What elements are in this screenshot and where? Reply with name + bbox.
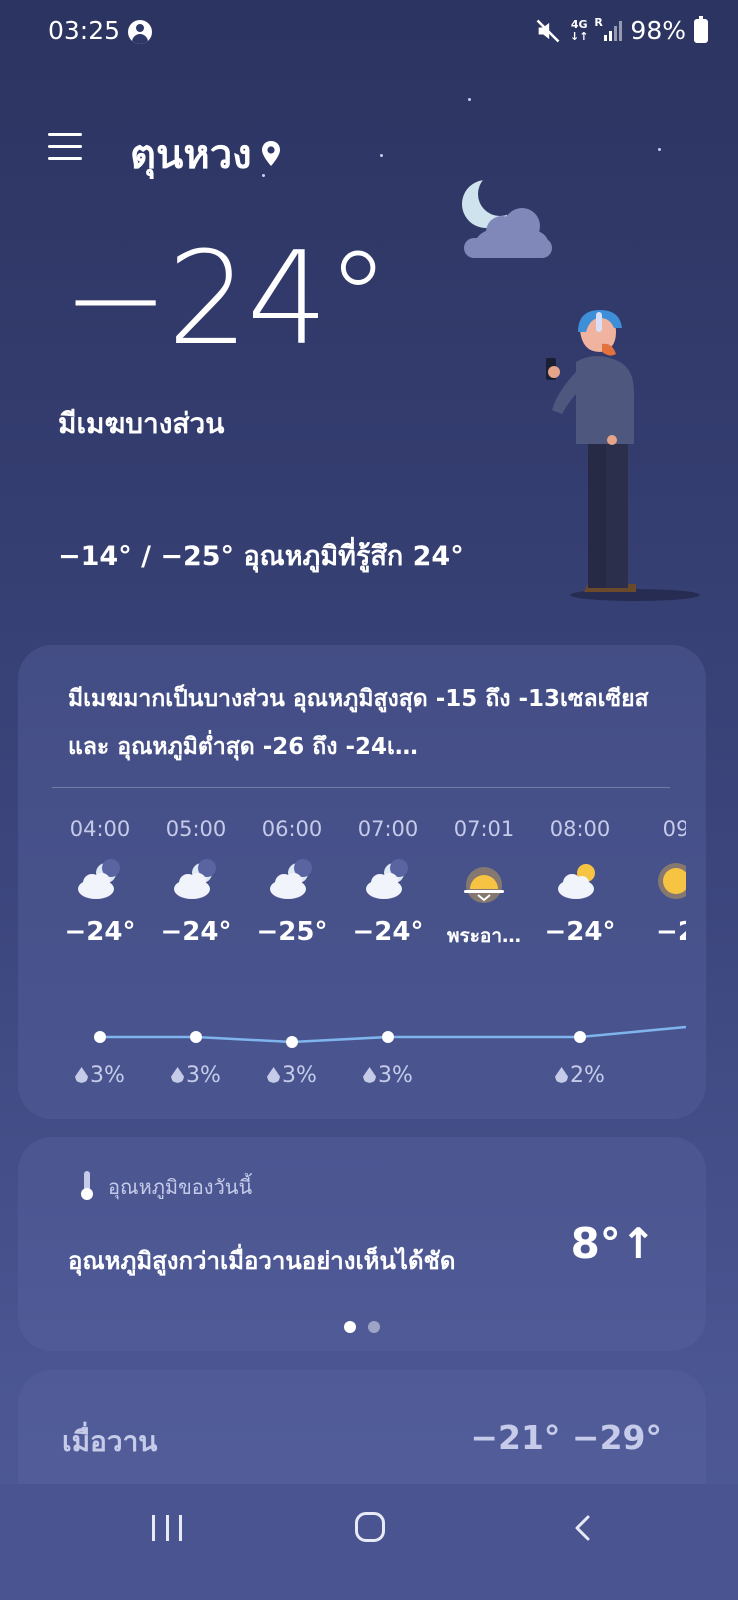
hour-time: 06:00 (261, 817, 323, 841)
location-header[interactable]: ตุนหวง (130, 122, 282, 186)
roaming-label: R (594, 15, 603, 29)
hour-time: 04:00 (69, 817, 131, 841)
moon-cloud-icon (266, 859, 318, 903)
page-dot (368, 1321, 380, 1333)
current-temperature: −24° (62, 225, 390, 374)
divider (52, 787, 670, 788)
precip-value: 3% (90, 1063, 125, 1088)
today-difference-value: 8°↑ (570, 1219, 656, 1268)
high-low-feels-like: −14° / −25° อุณหภูมิที่รู้สึก 24° (58, 541, 464, 572)
signal-icon: R (594, 16, 623, 41)
trend-point (190, 1031, 202, 1043)
page-dot-active (344, 1321, 356, 1333)
precip-value: 3% (282, 1063, 317, 1088)
thermometer-icon (81, 1171, 93, 1200)
status-time: 03:25 (48, 16, 121, 45)
hour-precipitation: 3% (244, 1063, 340, 1088)
raindrop-icon (363, 1067, 377, 1083)
moon-cloud-icon (170, 859, 222, 903)
hour-precipitation: 2% (532, 1063, 628, 1088)
hour-time: 07:01 (453, 817, 515, 841)
raindrop-icon (555, 1067, 569, 1083)
hourly-item: 06:00 −25° (244, 805, 340, 947)
yesterday-temperatures: −21° −29° (470, 1418, 662, 1457)
back-button[interactable] (570, 1514, 596, 1542)
hour-temperature: −24° (160, 917, 232, 947)
sunrise-icon (458, 859, 510, 903)
today-comparison-text: อุณหภูมิสูงกว่าเมื่อวานอย่างเห็นได้ชัด (68, 1247, 456, 1275)
hourly-item: 04:00 −24° (52, 805, 148, 947)
account-status-icon (128, 20, 152, 44)
battery-icon (694, 15, 708, 43)
hour-precipitation: 3% (52, 1063, 148, 1088)
moon-cloud-illustration (462, 176, 552, 258)
today-card-label: อุณหภูมิของวันนี้ (108, 1175, 253, 1199)
moon-cloud-icon (362, 859, 414, 903)
hour-precipitation: 3% (148, 1063, 244, 1088)
page-indicator (18, 1321, 706, 1333)
person-illustration (546, 310, 700, 601)
precip-value: 2% (570, 1063, 605, 1088)
hourly-item: 08:00 −24° (532, 805, 628, 947)
status-bar: 03:25 4G ↓↑ R 98% (0, 0, 738, 66)
hour-time: 09 (662, 817, 686, 841)
hour-time: 07:00 (357, 817, 419, 841)
hourly-item: 07:00 −24° (340, 805, 436, 947)
menu-icon[interactable] (48, 133, 82, 163)
battery-percent: 98% (630, 16, 686, 45)
trend-point (286, 1036, 298, 1048)
star-decoration (380, 154, 383, 157)
hour-temperature: −24° (352, 917, 424, 947)
network-type: 4G ↓↑ (569, 17, 589, 43)
raindrop-icon (267, 1067, 281, 1083)
data-activity-icon: ↓↑ (569, 29, 589, 43)
status-icons: 4G ↓↑ R 98% (534, 15, 708, 45)
trend-point (382, 1031, 394, 1043)
moon-cloud-icon (74, 859, 126, 903)
hour-temperature: −2 (656, 917, 686, 947)
precip-value: 3% (378, 1063, 413, 1088)
hour-temperature: −25° (256, 917, 328, 947)
navigation-bar (0, 1484, 738, 1600)
hourly-item: 07:01 พระอา… (436, 805, 532, 951)
hour-time: 08:00 (549, 817, 611, 841)
home-button[interactable] (355, 1512, 385, 1542)
network-type-label: 4G (570, 17, 588, 31)
hourly-forecast-scroller[interactable]: 04:00 −24° 3% 05:00 −24° 3% 06:00 −25° 3% 07:00 −2… (52, 805, 686, 1105)
sun-cloud-icon (554, 859, 606, 903)
temperature-trend-line (94, 1025, 686, 1048)
forecast-summary: มีเมฆมากเป็นบางส่วน อุณหภูมิสูงสุด -15 ถ… (68, 686, 649, 760)
hourly-item: 09 −2 (628, 805, 686, 947)
location-pin-icon (261, 141, 280, 166)
hour-precipitation: 3% (340, 1063, 436, 1088)
precip-value: 3% (186, 1063, 221, 1088)
forecast-card[interactable]: มีเมฆมากเป็นบางส่วน อุณหภูมิสูงสุด -15 ถ… (18, 645, 706, 1119)
location-name: ตุนหวง (130, 132, 252, 178)
hour-temperature: −24° (544, 917, 616, 947)
today-temperature-card[interactable]: อุณหภูมิของวันนี้ อุณหภูมิสูงกว่าเมื่อวา… (18, 1137, 706, 1351)
recent-apps-button[interactable] (152, 1515, 182, 1541)
mute-icon (536, 19, 560, 42)
trend-point (94, 1031, 106, 1043)
trend-point (574, 1031, 586, 1043)
hour-time: 05:00 (165, 817, 227, 841)
hour-temperature: พระอา… (446, 925, 521, 947)
raindrop-icon (75, 1067, 89, 1083)
current-condition: มีเมฆบางส่วน (58, 407, 225, 440)
star-decoration (262, 174, 265, 177)
hourly-item: 05:00 −24° (148, 805, 244, 947)
star-decoration (468, 98, 471, 101)
hour-temperature: −24° (64, 917, 136, 947)
star-decoration (658, 148, 661, 151)
raindrop-icon (171, 1067, 185, 1083)
yesterday-label: เมื่อวาน (62, 1425, 158, 1458)
sun-icon (650, 859, 686, 903)
